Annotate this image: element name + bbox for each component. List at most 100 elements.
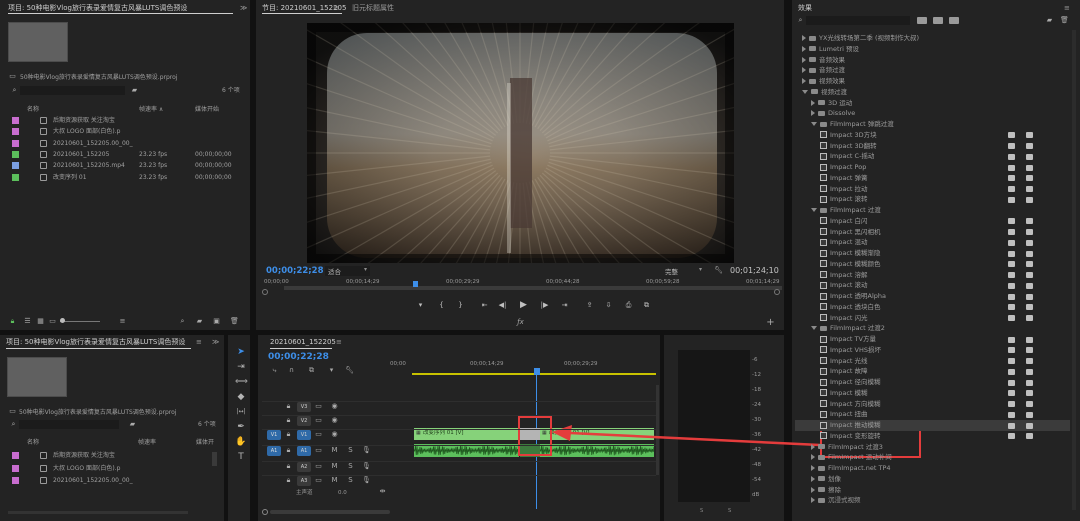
track-target-toggle[interactable]: A2 [297,462,311,472]
effect-item[interactable]: Impact 模糊 [820,388,868,399]
track-target-toggle[interactable]: V2 [297,416,311,426]
project-item-name[interactable]: 改变序列 01 [53,172,133,183]
effects-folder[interactable]: FilmImpact.net TP4 [811,463,891,474]
effects-folder[interactable]: Lumetri 预设 [802,44,859,55]
source-target-toggle[interactable]: A1 [267,446,281,456]
solo-icon[interactable]: S [346,446,355,455]
track-target-toggle[interactable]: A1 [297,446,311,456]
sync-lock-icon[interactable]: ▭ [314,462,323,471]
label-color-swatch[interactable] [12,139,19,147]
sync-lock-icon[interactable]: ▭ [314,446,323,455]
project-item-name[interactable]: 20210601_152205 [53,149,133,160]
microphone-icon[interactable]: 🎙︎ [362,462,371,471]
mute-icon[interactable]: M [330,462,339,471]
go-to-out-icon[interactable]: ⇥ [560,301,569,310]
effect-item[interactable]: Impact 径向模糊 [820,377,881,388]
project-item-name[interactable]: 后期资源获取 关注淘宝 [53,115,133,126]
solo-icon[interactable]: S [346,462,355,471]
label-color-swatch[interactable] [12,117,19,124]
selection-tool-icon[interactable]: ➤ [235,346,247,358]
effects-folder[interactable]: FilmImpact 运动补间 [811,452,892,463]
eye-icon[interactable]: ◉ [330,430,339,439]
go-to-end-icon[interactable]: ⇹ [378,487,387,496]
export-frame-icon[interactable]: ⎙ [624,301,633,310]
label-color-swatch[interactable] [12,128,19,136]
source-target-toggle[interactable]: V1 [267,430,281,440]
chevron-right-icon[interactable] [802,56,806,63]
effect-item[interactable]: Impact 推动模糊 [820,420,881,431]
go-to-in-icon[interactable]: ⇤ [480,301,489,310]
mute-icon[interactable]: M [330,446,339,455]
label-color-swatch[interactable] [12,162,19,170]
effect-item[interactable]: Impact 透明Alpha [820,291,886,302]
chevron-right-icon[interactable] [811,475,815,482]
step-back-icon[interactable]: ◀| [498,301,507,310]
chevron-down-icon[interactable] [811,208,817,212]
chevron-right-icon[interactable] [811,454,815,461]
lift-icon[interactable]: ⇪ [585,301,594,310]
effect-item[interactable]: Impact 闪光 [820,313,868,324]
sync-lock-icon[interactable]: ▭ [314,476,323,485]
project-item-name[interactable]: 后期资源获取 关注淘宝 [53,450,133,461]
hand-tool-icon[interactable]: ✋ [235,436,247,448]
effect-item[interactable]: Impact 模糊颜色 [820,259,881,270]
chevron-right-icon[interactable] [802,78,806,84]
ripple-edit-icon[interactable]: ⟺ [235,376,248,388]
effect-item[interactable]: Impact 扭曲 [820,409,868,420]
track-select-icon[interactable]: ⇥ [235,361,247,373]
effect-item[interactable]: Impact Pop [820,162,866,173]
effect-item[interactable]: Impact 方向模糊 [820,399,881,410]
extract-icon[interactable]: ⇩ [604,301,613,310]
lock-track-icon[interactable]: 🔒︎ [284,446,293,455]
effects-folder[interactable]: FilmImpact 过渡3 [811,442,883,453]
sync-lock-icon[interactable]: ▭ [314,430,323,439]
chevron-down-icon[interactable] [811,326,817,331]
effects-folder[interactable]: Dissolve [811,108,855,119]
effects-folder[interactable]: 3D 运动 [811,98,852,109]
effect-item[interactable]: Impact 滚动 [820,280,868,291]
chevron-right-icon[interactable] [802,67,806,74]
chevron-right-icon[interactable] [811,99,815,106]
effect-item[interactable]: Impact 拉动 [820,184,868,195]
effects-folder[interactable]: FilmImpact 弹跳过渡 [811,119,894,130]
effect-item[interactable]: Impact 3D翻转 [820,141,877,152]
project-item-name[interactable]: 20210601_152205.mp4 [53,160,133,171]
chevron-right-icon[interactable] [811,110,815,117]
project-item-name[interactable]: 20210601_152205.00_00_55 [53,138,133,149]
effect-item[interactable]: Impact 变形旋转 [820,431,881,442]
label-color-swatch[interactable] [12,150,19,158]
effects-folder[interactable]: 视频效果 [802,76,845,87]
lock-track-icon[interactable]: 🔒︎ [284,462,293,471]
label-color-swatch[interactable] [12,452,19,459]
mute-icon[interactable]: M [330,476,339,485]
mark-in-icon[interactable]: { [437,301,446,310]
label-color-swatch[interactable] [12,173,19,181]
master-volume-value[interactable]: 0.0 [338,489,347,497]
solo-icon[interactable]: S [346,476,355,485]
effects-folder[interactable]: 擦除 [811,485,841,496]
effect-item[interactable]: Impact C-摇动 [820,151,874,162]
chevron-right-icon[interactable] [802,35,806,41]
effect-item[interactable]: Impact VHS损坏 [820,345,881,356]
track-target-toggle[interactable]: V1 [297,430,311,440]
effect-item[interactable]: Impact 故障 [820,366,868,377]
label-color-swatch[interactable] [12,464,19,472]
effects-folder[interactable]: YX光线转场第二季 (视频制作大叔) [802,33,919,44]
chevron-right-icon[interactable] [811,486,815,493]
lock-track-icon[interactable]: 🔒︎ [284,416,293,425]
eye-icon[interactable]: ◉ [330,416,339,425]
effect-item[interactable]: Impact 透块白色 [820,302,881,313]
effects-folder[interactable]: 划像 [811,474,841,485]
effect-item[interactable]: Impact TV方量 [820,334,876,345]
track-target-toggle[interactable]: A3 [297,476,311,486]
lock-track-icon[interactable]: 🔒︎ [284,476,293,485]
effect-item[interactable]: Impact 白闪 [820,216,868,227]
effect-item[interactable]: Impact 滚转 [820,194,868,205]
compare-icon[interactable]: ⧉ [642,301,651,310]
chevron-down-icon[interactable] [811,122,817,126]
razor-tool-icon[interactable]: ◆ [235,391,247,403]
effects-folder[interactable]: FilmImpact 过渡 [811,205,881,216]
effect-item[interactable]: Impact 光线 [820,356,868,367]
effects-folder[interactable]: 视频过渡 [802,87,847,98]
project-item-name[interactable]: 20210601_152205.00_00_55 [53,475,133,486]
